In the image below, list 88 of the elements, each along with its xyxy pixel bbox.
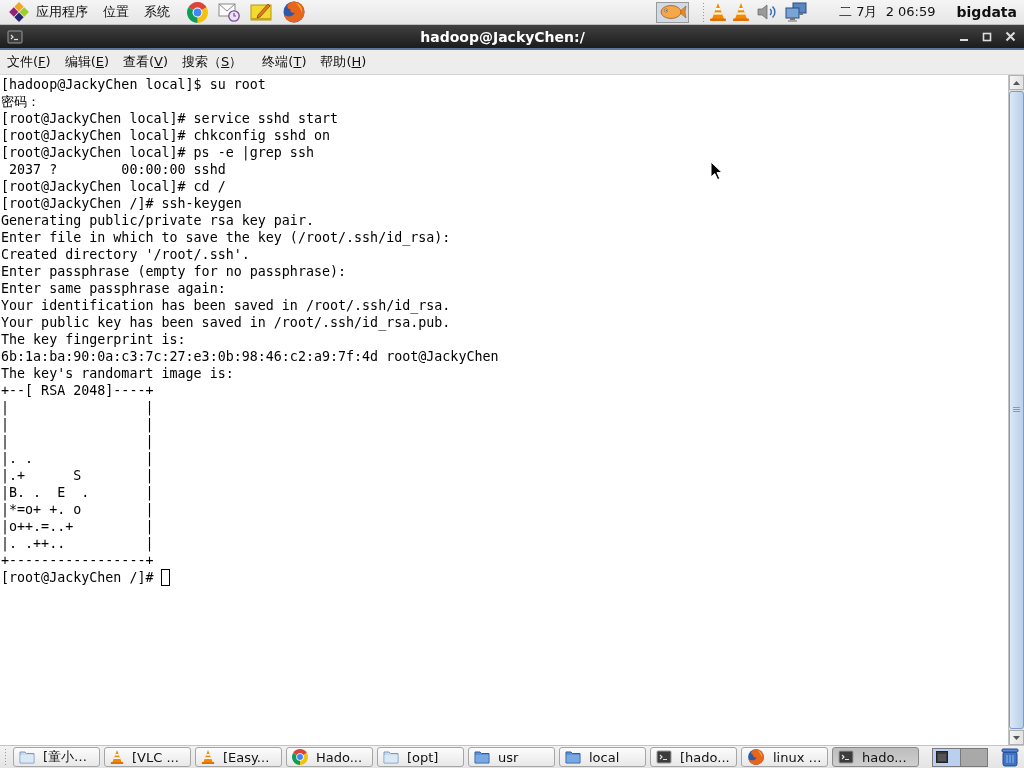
volume-icon[interactable] xyxy=(756,2,778,22)
user-name[interactable]: bigdata xyxy=(956,4,1017,20)
menu-item[interactable]: 终端(T) xyxy=(257,53,312,71)
terminal-line: |*=o+ +. o | xyxy=(1,501,154,518)
scroll-down-button[interactable] xyxy=(1009,730,1024,745)
drag-handle[interactable] xyxy=(702,2,705,22)
pinwheel-logo-icon[interactable] xyxy=(9,2,29,22)
terminal-line: [root@JackyChen local]# service sshd start xyxy=(1,110,339,127)
window-title: hadoop@JackyChen:/ xyxy=(420,28,585,45)
task-button[interactable]: linux … xyxy=(741,747,828,767)
task-button[interactable]: Hado... xyxy=(286,747,373,767)
window-thumbnail-icon xyxy=(936,751,948,763)
prompt-text: [root@JackyChen /]# xyxy=(1,569,154,586)
menu-item[interactable]: 文件(F) xyxy=(2,53,56,71)
panel-menu[interactable]: 位置 xyxy=(103,3,129,21)
menu-item[interactable]: 帮助(H) xyxy=(315,53,372,71)
panel-menu[interactable]: 应用程序 xyxy=(36,3,88,21)
terminal-line: +-----------------+ xyxy=(1,552,154,569)
fox-globe-icon[interactable] xyxy=(282,0,306,24)
close-icon[interactable] xyxy=(1005,31,1016,42)
terminal-line: Enter same passphrase again: xyxy=(1,280,226,297)
folder-icon xyxy=(383,749,399,765)
maximize-icon[interactable] xyxy=(982,31,992,42)
task-button[interactable]: [hado... xyxy=(650,747,737,767)
terminal-line: 2037 ? 00:00:00 sshd xyxy=(8,161,226,178)
terminal-line: |.+ S | xyxy=(1,467,154,484)
folder-icon xyxy=(565,749,581,765)
applet-button[interactable] xyxy=(656,1,689,23)
task-button[interactable]: hado... xyxy=(832,747,919,767)
terminal-line: Enter file in which to save the key (/root/.ssh/id_rsa): xyxy=(1,229,451,246)
block-cursor-icon xyxy=(161,569,171,586)
task-button[interactable]: [Easy... xyxy=(195,747,282,767)
caret-up-icon xyxy=(1013,80,1020,85)
terminal-line: The key's randomart image is: xyxy=(1,365,234,382)
task-button[interactable]: [VLC ... xyxy=(104,747,191,767)
terminal-line: Created directory '/root/.ssh'. xyxy=(1,246,250,263)
fish-icon xyxy=(658,4,687,20)
panel-menu[interactable]: 系统 xyxy=(144,3,170,21)
terminal-icon[interactable] xyxy=(7,28,23,45)
terminal-line: Your public key has been saved in /root/.ssh/id_rsa.pub. xyxy=(1,314,451,331)
traffic-cone-icon xyxy=(201,749,215,765)
terminal-line: [root@JackyChen /]# ssh-keygen xyxy=(1,195,242,212)
terminal-line: 密码： xyxy=(1,93,40,110)
task-button[interactable]: [童小… xyxy=(13,747,100,767)
terminal-line: [root@JackyChen local]# ps -e |grep ssh xyxy=(1,144,314,161)
workspace-cell[interactable] xyxy=(933,748,960,766)
folder-icon xyxy=(19,749,35,765)
traffic-cone-icon[interactable] xyxy=(709,2,727,22)
terminal-line: | | xyxy=(1,433,154,450)
terminal-line: Enter passphrase (empty for no passphrase): xyxy=(1,263,347,280)
scroll-up-button[interactable] xyxy=(1009,75,1024,90)
envelope-clock-icon[interactable] xyxy=(218,2,240,22)
terminal-line: [hadoop@JackyChen local]$ su root xyxy=(1,76,266,93)
notepad-pencil-icon[interactable] xyxy=(250,2,272,22)
menu-item[interactable]: 查看(V) xyxy=(118,53,174,71)
task-button[interactable]: local xyxy=(559,747,646,767)
terminal-icon xyxy=(838,749,854,765)
terminal-line: [root@JackyChen local]# cd / xyxy=(1,178,226,195)
terminal-line: |B. . E . | xyxy=(1,484,154,501)
terminal-line: The key fingerprint is: xyxy=(1,331,186,348)
network-icon[interactable] xyxy=(785,1,807,23)
terminal-line: 6b:1a:ba:90:0a:c3:7c:27:e3:0b:98:46:c2:a9:7f:4d root@JackyChen xyxy=(1,348,499,365)
clock[interactable]: 二 7月 2 06:59 xyxy=(839,3,936,21)
terminal-line: Your identification has been saved in /root/.ssh/id_rsa. xyxy=(1,297,451,314)
terminal-line: +--[ RSA 2048]----+ xyxy=(1,382,154,399)
terminal-line: |o++.=..+ | xyxy=(1,518,154,535)
traffic-cone-icon xyxy=(110,749,124,765)
traffic-cone-icon[interactable] xyxy=(732,2,750,22)
terminal-icon xyxy=(656,749,672,765)
terminal-line: | | xyxy=(1,399,154,416)
fox-globe-icon xyxy=(747,748,765,766)
terminal-line: | | xyxy=(1,416,154,433)
mouse-pointer-icon xyxy=(710,161,723,181)
terminal-line: |. . | xyxy=(1,450,154,467)
tricolor-ring-icon[interactable] xyxy=(187,1,208,23)
menu-item[interactable]: 编辑(E) xyxy=(59,53,114,71)
menu-item[interactable]: 搜索（S） xyxy=(177,53,248,71)
caret-down-icon xyxy=(1013,735,1020,740)
terminal-line: Generating public/private rsa key pair. xyxy=(1,212,314,229)
trash-bin-icon[interactable] xyxy=(1001,747,1019,767)
task-button[interactable]: usr xyxy=(468,747,555,767)
tricolor-ring-icon xyxy=(292,749,308,765)
workspace-cell[interactable] xyxy=(960,748,987,766)
terminal-line: [root@JackyChen local]# chkconfig sshd on xyxy=(1,127,330,144)
drag-handle[interactable] xyxy=(4,747,7,767)
folder-icon xyxy=(474,749,490,765)
terminal-line: |. .++.. | xyxy=(1,535,154,552)
task-button[interactable]: [opt] xyxy=(377,747,464,767)
